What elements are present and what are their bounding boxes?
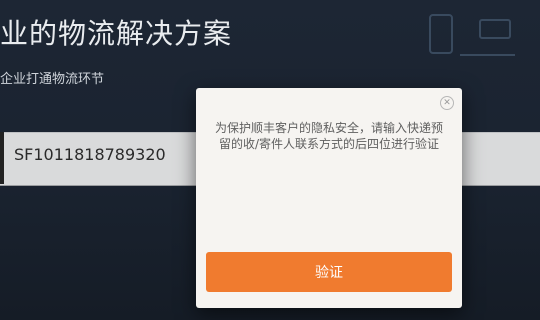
background-illustration (429, 14, 515, 56)
close-icon[interactable]: ✕ (440, 96, 454, 110)
page-subtitle: 企业打通物流环节 (0, 72, 105, 87)
tracking-number-input[interactable]: SF1011818789320 (14, 145, 166, 164)
verify-button[interactable]: 验证 (206, 252, 452, 292)
page-title: 业的物流解决方案 (0, 17, 233, 50)
search-bar-edge (0, 132, 4, 184)
verification-dialog: ✕ 为保护顺丰客户的隐私安全，请输入快递预留的收/寄件人联系方式的后四位进行验证… (196, 88, 462, 308)
verification-message: 为保护顺丰客户的隐私安全，请输入快递预留的收/寄件人联系方式的后四位进行验证 (214, 121, 443, 151)
